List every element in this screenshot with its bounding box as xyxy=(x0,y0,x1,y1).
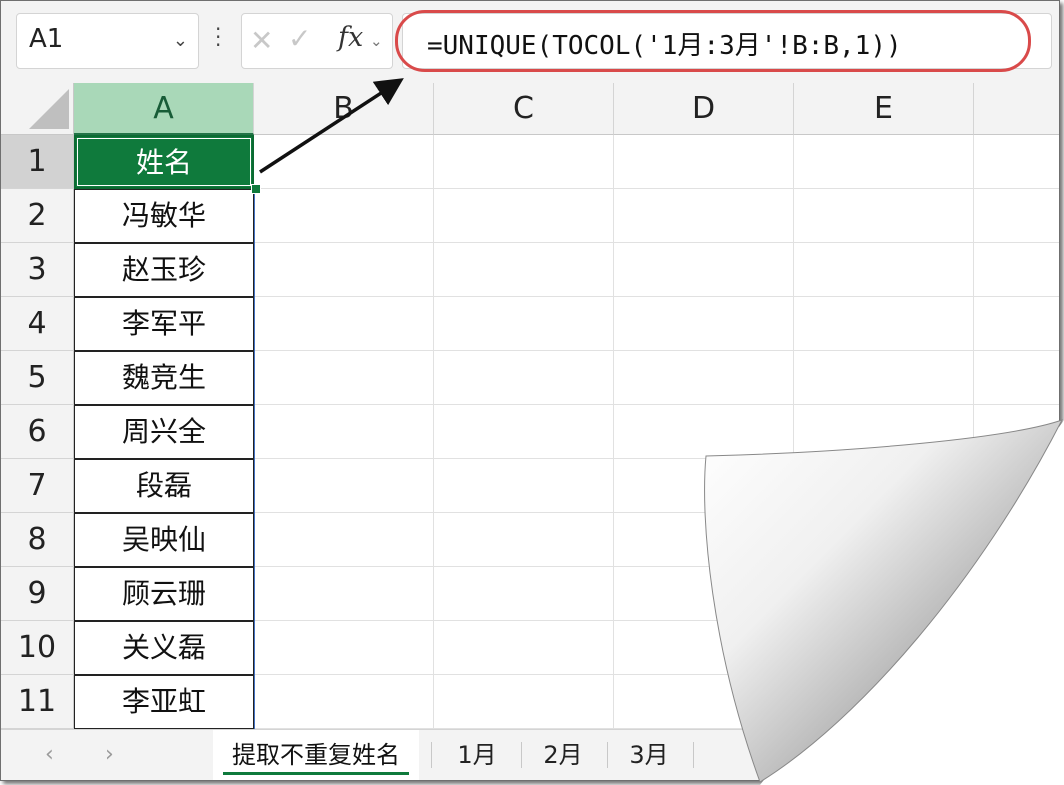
cell-a7[interactable]: 段磊 xyxy=(74,459,254,513)
cell-a6[interactable]: 周兴全 xyxy=(74,405,254,459)
row-header-7[interactable]: 7 xyxy=(1,459,74,513)
tab-divider xyxy=(693,742,694,768)
cell-a10[interactable]: 关义磊 xyxy=(74,621,254,675)
more-options-icon[interactable]: · · · xyxy=(215,19,221,55)
fill-handle[interactable] xyxy=(251,184,261,194)
chevron-left-icon[interactable]: ‹ xyxy=(45,742,54,767)
excel-window: A1 ⌄ · · · ✕ ✓ fx ⌄ =UNIQUE(TOCOL('1月:3月'!… xyxy=(0,0,1060,781)
tab-divider xyxy=(431,742,432,768)
sheet-tab-bar: ‹ › 提取不重复姓名 1月 2月 3月 xyxy=(1,729,1059,780)
column-header-c[interactable]: C xyxy=(434,83,614,135)
chevron-down-icon[interactable]: ⌄ xyxy=(370,32,383,50)
sheet-tab-feb[interactable]: 2月 xyxy=(523,730,603,780)
row-header-3[interactable]: 3 xyxy=(1,243,74,297)
insert-function-button[interactable]: fx xyxy=(338,22,363,53)
name-box[interactable]: A1 ⌄ xyxy=(16,13,199,69)
column-header-a[interactable]: A xyxy=(74,83,254,135)
row-header-4[interactable]: 4 xyxy=(1,297,74,351)
row-header-5[interactable]: 5 xyxy=(1,351,74,405)
check-icon[interactable]: ✓ xyxy=(288,22,311,55)
chevron-down-icon[interactable]: ⌄ xyxy=(173,30,188,51)
sheet-tab-mar[interactable]: 3月 xyxy=(609,730,689,780)
row-header-9[interactable]: 9 xyxy=(1,567,74,621)
cell-a4[interactable]: 李军平 xyxy=(74,297,254,351)
cell-a8[interactable]: 吴映仙 xyxy=(74,513,254,567)
row-header-2[interactable]: 2 xyxy=(1,189,74,243)
sheet-tab-jan[interactable]: 1月 xyxy=(437,730,517,780)
row-header-10[interactable]: 10 xyxy=(1,621,74,675)
row-header-1[interactable]: 1 xyxy=(1,135,74,189)
cell-a3[interactable]: 赵玉珍 xyxy=(74,243,254,297)
active-tab-indicator xyxy=(223,772,409,775)
column-header-e[interactable]: E xyxy=(794,83,974,135)
tab-divider xyxy=(521,742,522,768)
tab-divider xyxy=(607,742,608,768)
cell-a2[interactable]: 冯敏华 xyxy=(74,189,254,243)
spill-range-border xyxy=(254,189,255,729)
cell-a9[interactable]: 顾云珊 xyxy=(74,567,254,621)
cell-a11[interactable]: 李亚虹 xyxy=(74,675,254,729)
column-header-b[interactable]: B xyxy=(254,83,434,135)
formula-text: =UNIQUE(TOCOL('1月:3月'!B:B,1)) xyxy=(427,31,902,61)
row-header-8[interactable]: 8 xyxy=(1,513,74,567)
select-all-triangle-icon xyxy=(29,89,69,129)
name-box-value: A1 xyxy=(29,24,64,54)
cell-a1[interactable]: 姓名 xyxy=(74,135,254,189)
cancel-icon[interactable]: ✕ xyxy=(250,24,273,57)
column-header-d[interactable]: D xyxy=(614,83,794,135)
chevron-right-icon[interactable]: › xyxy=(105,742,114,767)
formula-input[interactable]: =UNIQUE(TOCOL('1月:3月'!B:B,1)) xyxy=(402,13,1052,69)
column-header-f[interactable] xyxy=(974,83,1059,135)
cell-a5[interactable]: 魏竞生 xyxy=(74,351,254,405)
row-header-11[interactable]: 11 xyxy=(1,675,74,729)
formula-bar: A1 ⌄ · · · ✕ ✓ fx ⌄ =UNIQUE(TOCOL('1月:3月'!… xyxy=(1,1,1059,83)
row-header-6[interactable]: 6 xyxy=(1,405,74,459)
formula-buttons: ✕ ✓ fx ⌄ xyxy=(241,13,393,69)
select-all-button[interactable] xyxy=(1,83,74,135)
